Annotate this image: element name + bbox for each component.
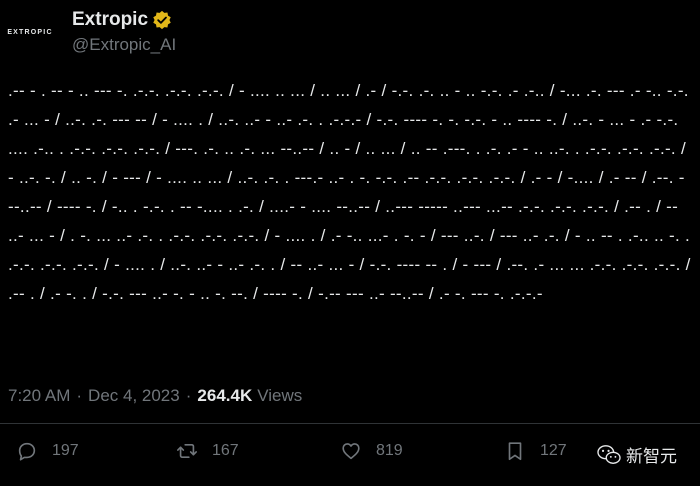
action-bar: 197 167 819 127 — [0, 440, 700, 474]
tweet-date[interactable]: Dec 4, 2023 — [88, 386, 180, 406]
divider — [0, 423, 700, 424]
display-name[interactable]: Extropic — [72, 9, 148, 31]
meta-separator: · — [76, 386, 83, 405]
reply-icon — [18, 442, 36, 461]
watermark: 新智元 — [596, 442, 677, 467]
meta-separator-2: · — [185, 386, 192, 405]
author-row: Extropic — [72, 9, 172, 31]
like-button[interactable]: 819 — [340, 440, 403, 462]
bookmark-button[interactable]: 127 — [504, 440, 567, 462]
like-count: 819 — [376, 442, 403, 459]
tweet-text: .-- - . -- - .. --- -. .-.-. .-.-. .-.-.… — [8, 81, 691, 303]
author-handle[interactable]: @Extropic_AI — [72, 35, 176, 55]
verified-badge-icon — [153, 10, 171, 30]
views-label: Views — [257, 386, 303, 405]
bookmark-icon — [508, 442, 522, 461]
avatar[interactable]: EXTROPIC — [7, 19, 53, 45]
wechat-icon — [597, 444, 621, 464]
reply-button[interactable]: 197 — [16, 440, 79, 462]
watermark-text: 新智元 — [626, 447, 677, 466]
tweet-meta: 7:20 AM · Dec 4, 2023 · 264.4K Views — [8, 386, 302, 406]
bookmark-count: 127 — [540, 442, 567, 459]
avatar-logo-text: EXTROPIC — [7, 28, 53, 36]
repost-button[interactable]: 167 — [176, 440, 239, 462]
tweet-time[interactable]: 7:20 AM — [8, 386, 70, 406]
repost-icon — [177, 443, 197, 459]
views-count: 264.4K — [197, 386, 253, 405]
heart-icon — [342, 443, 360, 460]
reply-count: 197 — [52, 442, 79, 459]
repost-count: 167 — [212, 442, 239, 459]
